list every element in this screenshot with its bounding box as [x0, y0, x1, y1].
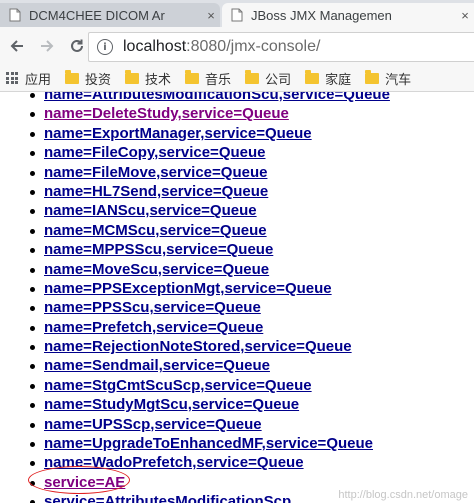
list-item: name=PPSExceptionMgt,service=Queue [0, 279, 474, 298]
bookmark-label: 公司 [265, 71, 292, 87]
list-item: name=StudyMgtScu,service=Queue [0, 395, 474, 414]
mbean-link[interactable]: name=DeleteStudy,service=Queue [44, 105, 289, 122]
tab-dcm4chee[interactable]: DCM4CHEE DICOM Ar × [0, 3, 220, 27]
mbean-link[interactable]: name=ExportManager,service=Queue [44, 125, 312, 142]
mbean-link[interactable]: name=MoveScu,service=Queue [44, 261, 269, 278]
folder-icon [185, 69, 200, 84]
bookmark-label: 汽车 [385, 71, 412, 87]
bookmarks-bar: 应用 投资 技术 音乐 公司 家庭 汽车 [0, 65, 474, 92]
reload-icon [71, 39, 83, 52]
list-item: name=FileCopy,service=Queue [0, 143, 474, 162]
close-icon[interactable]: × [456, 8, 474, 23]
list-item: name=MPPSScu,service=Queue [0, 240, 474, 259]
list-item: name=Prefetch,service=Queue [0, 318, 474, 337]
mbean-link[interactable]: name=UpgradeToEnhancedMF,service=Queue [44, 435, 373, 452]
list-item: name=PPSScu,service=Queue [0, 298, 474, 317]
bookmark-apps[interactable]: 应用 [6, 69, 51, 88]
bookmark-label: 投资 [85, 71, 112, 87]
list-item: name=HL7Send,service=Queue [0, 182, 474, 201]
bookmark-folder[interactable]: 音乐 [185, 69, 231, 88]
url-text: localhost:8080/jmx-console/ [123, 38, 320, 56]
mbean-link[interactable]: name=AttributesModificationScu,service=Q… [44, 92, 390, 103]
bookmark-label: 应用 [25, 71, 52, 87]
folder-icon [305, 69, 320, 84]
reload-button[interactable] [64, 33, 90, 59]
close-icon[interactable]: × [202, 8, 220, 23]
bookmark-folder[interactable]: 投资 [65, 69, 111, 88]
list-item: name=FileMove,service=Queue [0, 163, 474, 182]
mbean-link[interactable]: service=AE [44, 474, 125, 491]
bookmark-folder[interactable]: 汽车 [365, 69, 411, 88]
mbean-link[interactable]: name=RejectionNoteStored,service=Queue [44, 338, 352, 355]
list-item: name=DeleteStudy,service=Queue [0, 104, 474, 123]
watermark: http://blog.csdn.net/omage [338, 489, 468, 501]
mbean-link[interactable]: service=AttributesModificationScp [44, 493, 291, 503]
list-item: name=StgCmtScuScp,service=Queue [0, 376, 474, 395]
folder-icon [65, 69, 80, 84]
apps-icon [6, 72, 18, 84]
address-bar[interactable]: i localhost:8080/jmx-console/ [88, 32, 474, 62]
back-button[interactable] [4, 33, 30, 59]
mbean-link[interactable]: name=HL7Send,service=Queue [44, 183, 268, 200]
mbean-link[interactable]: name=IANScu,service=Queue [44, 202, 257, 219]
mbean-link[interactable]: name=StudyMgtScu,service=Queue [44, 396, 299, 413]
folder-icon [365, 69, 380, 84]
mbean-link[interactable]: name=UPSScp,service=Queue [44, 416, 262, 433]
page-content: name=AttributesModificationScu,service=Q… [0, 92, 474, 503]
list-item: name=UpgradeToEnhancedMF,service=Queue [0, 434, 474, 453]
list-item: name=Sendmail,service=Queue [0, 356, 474, 375]
tab-jboss-jmx[interactable]: JBoss JMX Managemen × [222, 3, 474, 27]
mbean-link[interactable]: name=Sendmail,service=Queue [44, 357, 270, 374]
bookmark-folder[interactable]: 技术 [125, 69, 171, 88]
mbean-link[interactable]: name=FileCopy,service=Queue [44, 144, 266, 161]
list-item: name=UPSScp,service=Queue [0, 415, 474, 434]
mbean-link[interactable]: name=WadoPrefetch,service=Queue [44, 454, 304, 471]
bookmark-folder[interactable]: 家庭 [305, 69, 351, 88]
info-icon[interactable]: i [97, 39, 113, 55]
tab-strip: DCM4CHEE DICOM Ar × JBoss JMX Managemen … [0, 0, 474, 27]
mbean-link[interactable]: name=PPSExceptionMgt,service=Queue [44, 280, 332, 297]
mbean-link[interactable]: name=StgCmtScuScp,service=Queue [44, 377, 312, 394]
bookmark-label: 家庭 [325, 71, 352, 87]
mbean-link[interactable]: name=MCMScu,service=Queue [44, 222, 267, 239]
mbean-link[interactable]: name=Prefetch,service=Queue [44, 319, 263, 336]
folder-icon [125, 69, 140, 84]
list-item: name=AttributesModificationScu,service=Q… [0, 92, 474, 104]
url-path: :8080/jmx-console/ [186, 38, 321, 55]
bookmark-label: 技术 [145, 71, 172, 87]
bookmark-label: 音乐 [205, 71, 232, 87]
document-icon [230, 8, 244, 22]
mbean-link[interactable]: name=PPSScu,service=Queue [44, 299, 261, 316]
forward-button[interactable] [34, 33, 60, 59]
mbean-link[interactable]: name=FileMove,service=Queue [44, 164, 267, 181]
list-item: name=IANScu,service=Queue [0, 201, 474, 220]
mbean-link[interactable]: name=MPPSScu,service=Queue [44, 241, 273, 258]
browser-toolbar: i localhost:8080/jmx-console/ [0, 27, 474, 65]
url-host: localhost [123, 38, 187, 55]
arrow-right-icon [41, 40, 54, 52]
tab-title: JBoss JMX Managemen [251, 7, 392, 23]
folder-icon [245, 69, 260, 84]
arrow-left-icon [10, 40, 23, 52]
list-item: name=MoveScu,service=Queue [0, 260, 474, 279]
list-item: name=ExportManager,service=Queue [0, 124, 474, 143]
tab-title: DCM4CHEE DICOM Ar [29, 7, 165, 23]
bookmark-folder[interactable]: 公司 [245, 69, 291, 88]
document-icon [8, 8, 22, 22]
list-item: name=MCMScu,service=Queue [0, 221, 474, 240]
list-item: name=WadoPrefetch,service=Queue [0, 453, 474, 472]
list-item: name=RejectionNoteStored,service=Queue [0, 337, 474, 356]
mbean-list: name=AttributesModificationScu,service=Q… [0, 92, 474, 503]
